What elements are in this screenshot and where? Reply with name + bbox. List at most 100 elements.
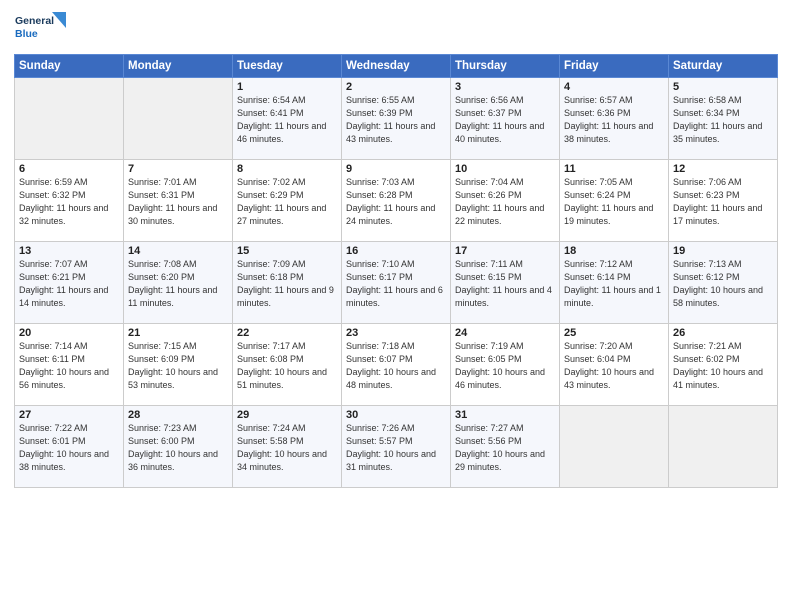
day-number: 25 — [564, 327, 664, 339]
calendar-cell: 28Sunrise: 7:23 AM Sunset: 6:00 PM Dayli… — [124, 406, 233, 488]
calendar-cell: 3Sunrise: 6:56 AM Sunset: 6:37 PM Daylig… — [451, 78, 560, 160]
day-number: 10 — [455, 163, 555, 175]
day-info: Sunrise: 7:27 AM Sunset: 5:56 PM Dayligh… — [455, 422, 555, 474]
day-number: 16 — [346, 245, 446, 257]
calendar-cell: 18Sunrise: 7:12 AM Sunset: 6:14 PM Dayli… — [560, 242, 669, 324]
day-info: Sunrise: 7:24 AM Sunset: 5:58 PM Dayligh… — [237, 422, 337, 474]
weekday-friday: Friday — [560, 55, 669, 78]
day-number: 8 — [237, 163, 337, 175]
day-info: Sunrise: 7:21 AM Sunset: 6:02 PM Dayligh… — [673, 340, 773, 392]
day-info: Sunrise: 7:10 AM Sunset: 6:17 PM Dayligh… — [346, 258, 446, 310]
day-info: Sunrise: 7:20 AM Sunset: 6:04 PM Dayligh… — [564, 340, 664, 392]
calendar-cell — [669, 406, 778, 488]
week-row-5: 27Sunrise: 7:22 AM Sunset: 6:01 PM Dayli… — [15, 406, 778, 488]
calendar-cell: 6Sunrise: 6:59 AM Sunset: 6:32 PM Daylig… — [15, 160, 124, 242]
day-info: Sunrise: 6:56 AM Sunset: 6:37 PM Dayligh… — [455, 94, 555, 146]
logo-svg: General Blue — [14, 10, 66, 48]
calendar-cell: 1Sunrise: 6:54 AM Sunset: 6:41 PM Daylig… — [233, 78, 342, 160]
calendar-cell: 7Sunrise: 7:01 AM Sunset: 6:31 PM Daylig… — [124, 160, 233, 242]
weekday-thursday: Thursday — [451, 55, 560, 78]
day-info: Sunrise: 7:01 AM Sunset: 6:31 PM Dayligh… — [128, 176, 228, 228]
calendar-cell: 26Sunrise: 7:21 AM Sunset: 6:02 PM Dayli… — [669, 324, 778, 406]
calendar-cell: 5Sunrise: 6:58 AM Sunset: 6:34 PM Daylig… — [669, 78, 778, 160]
day-number: 18 — [564, 245, 664, 257]
day-number: 4 — [564, 81, 664, 93]
day-number: 31 — [455, 409, 555, 421]
day-number: 15 — [237, 245, 337, 257]
calendar-cell: 17Sunrise: 7:11 AM Sunset: 6:15 PM Dayli… — [451, 242, 560, 324]
day-info: Sunrise: 7:17 AM Sunset: 6:08 PM Dayligh… — [237, 340, 337, 392]
calendar-cell: 19Sunrise: 7:13 AM Sunset: 6:12 PM Dayli… — [669, 242, 778, 324]
day-info: Sunrise: 7:03 AM Sunset: 6:28 PM Dayligh… — [346, 176, 446, 228]
day-info: Sunrise: 7:04 AM Sunset: 6:26 PM Dayligh… — [455, 176, 555, 228]
calendar-cell: 30Sunrise: 7:26 AM Sunset: 5:57 PM Dayli… — [342, 406, 451, 488]
day-number: 21 — [128, 327, 228, 339]
svg-text:Blue: Blue — [15, 28, 38, 40]
day-info: Sunrise: 7:08 AM Sunset: 6:20 PM Dayligh… — [128, 258, 228, 310]
day-number: 28 — [128, 409, 228, 421]
day-number: 2 — [346, 81, 446, 93]
day-number: 23 — [346, 327, 446, 339]
day-info: Sunrise: 7:11 AM Sunset: 6:15 PM Dayligh… — [455, 258, 555, 310]
day-info: Sunrise: 7:26 AM Sunset: 5:57 PM Dayligh… — [346, 422, 446, 474]
day-number: 24 — [455, 327, 555, 339]
calendar-cell: 15Sunrise: 7:09 AM Sunset: 6:18 PM Dayli… — [233, 242, 342, 324]
day-number: 17 — [455, 245, 555, 257]
day-number: 9 — [346, 163, 446, 175]
calendar-cell: 20Sunrise: 7:14 AM Sunset: 6:11 PM Dayli… — [15, 324, 124, 406]
week-row-2: 6Sunrise: 6:59 AM Sunset: 6:32 PM Daylig… — [15, 160, 778, 242]
calendar-cell: 2Sunrise: 6:55 AM Sunset: 6:39 PM Daylig… — [342, 78, 451, 160]
day-number: 7 — [128, 163, 228, 175]
calendar-cell: 24Sunrise: 7:19 AM Sunset: 6:05 PM Dayli… — [451, 324, 560, 406]
calendar-cell — [560, 406, 669, 488]
day-number: 20 — [19, 327, 119, 339]
week-row-4: 20Sunrise: 7:14 AM Sunset: 6:11 PM Dayli… — [15, 324, 778, 406]
day-number: 1 — [237, 81, 337, 93]
day-info: Sunrise: 7:15 AM Sunset: 6:09 PM Dayligh… — [128, 340, 228, 392]
calendar-cell: 31Sunrise: 7:27 AM Sunset: 5:56 PM Dayli… — [451, 406, 560, 488]
calendar-cell: 9Sunrise: 7:03 AM Sunset: 6:28 PM Daylig… — [342, 160, 451, 242]
weekday-tuesday: Tuesday — [233, 55, 342, 78]
calendar-cell: 16Sunrise: 7:10 AM Sunset: 6:17 PM Dayli… — [342, 242, 451, 324]
logo: General Blue — [14, 10, 66, 48]
header: General Blue — [14, 10, 778, 48]
day-info: Sunrise: 6:59 AM Sunset: 6:32 PM Dayligh… — [19, 176, 119, 228]
day-number: 5 — [673, 81, 773, 93]
day-number: 14 — [128, 245, 228, 257]
day-number: 3 — [455, 81, 555, 93]
week-row-3: 13Sunrise: 7:07 AM Sunset: 6:21 PM Dayli… — [15, 242, 778, 324]
day-number: 26 — [673, 327, 773, 339]
weekday-saturday: Saturday — [669, 55, 778, 78]
day-info: Sunrise: 6:55 AM Sunset: 6:39 PM Dayligh… — [346, 94, 446, 146]
calendar-cell: 4Sunrise: 6:57 AM Sunset: 6:36 PM Daylig… — [560, 78, 669, 160]
day-number: 6 — [19, 163, 119, 175]
weekday-wednesday: Wednesday — [342, 55, 451, 78]
day-info: Sunrise: 7:06 AM Sunset: 6:23 PM Dayligh… — [673, 176, 773, 228]
day-info: Sunrise: 7:02 AM Sunset: 6:29 PM Dayligh… — [237, 176, 337, 228]
day-info: Sunrise: 7:18 AM Sunset: 6:07 PM Dayligh… — [346, 340, 446, 392]
day-number: 22 — [237, 327, 337, 339]
day-info: Sunrise: 7:19 AM Sunset: 6:05 PM Dayligh… — [455, 340, 555, 392]
weekday-monday: Monday — [124, 55, 233, 78]
calendar-cell: 13Sunrise: 7:07 AM Sunset: 6:21 PM Dayli… — [15, 242, 124, 324]
calendar-cell — [124, 78, 233, 160]
day-info: Sunrise: 7:13 AM Sunset: 6:12 PM Dayligh… — [673, 258, 773, 310]
calendar-cell: 27Sunrise: 7:22 AM Sunset: 6:01 PM Dayli… — [15, 406, 124, 488]
day-info: Sunrise: 7:07 AM Sunset: 6:21 PM Dayligh… — [19, 258, 119, 310]
calendar-cell: 14Sunrise: 7:08 AM Sunset: 6:20 PM Dayli… — [124, 242, 233, 324]
day-info: Sunrise: 6:54 AM Sunset: 6:41 PM Dayligh… — [237, 94, 337, 146]
day-number: 30 — [346, 409, 446, 421]
day-info: Sunrise: 6:57 AM Sunset: 6:36 PM Dayligh… — [564, 94, 664, 146]
week-row-1: 1Sunrise: 6:54 AM Sunset: 6:41 PM Daylig… — [15, 78, 778, 160]
day-info: Sunrise: 7:05 AM Sunset: 6:24 PM Dayligh… — [564, 176, 664, 228]
calendar-cell: 21Sunrise: 7:15 AM Sunset: 6:09 PM Dayli… — [124, 324, 233, 406]
day-number: 11 — [564, 163, 664, 175]
calendar-cell: 10Sunrise: 7:04 AM Sunset: 6:26 PM Dayli… — [451, 160, 560, 242]
day-number: 27 — [19, 409, 119, 421]
day-info: Sunrise: 7:12 AM Sunset: 6:14 PM Dayligh… — [564, 258, 664, 310]
calendar-cell: 29Sunrise: 7:24 AM Sunset: 5:58 PM Dayli… — [233, 406, 342, 488]
calendar-cell — [15, 78, 124, 160]
calendar-cell: 8Sunrise: 7:02 AM Sunset: 6:29 PM Daylig… — [233, 160, 342, 242]
calendar-cell: 11Sunrise: 7:05 AM Sunset: 6:24 PM Dayli… — [560, 160, 669, 242]
day-number: 12 — [673, 163, 773, 175]
